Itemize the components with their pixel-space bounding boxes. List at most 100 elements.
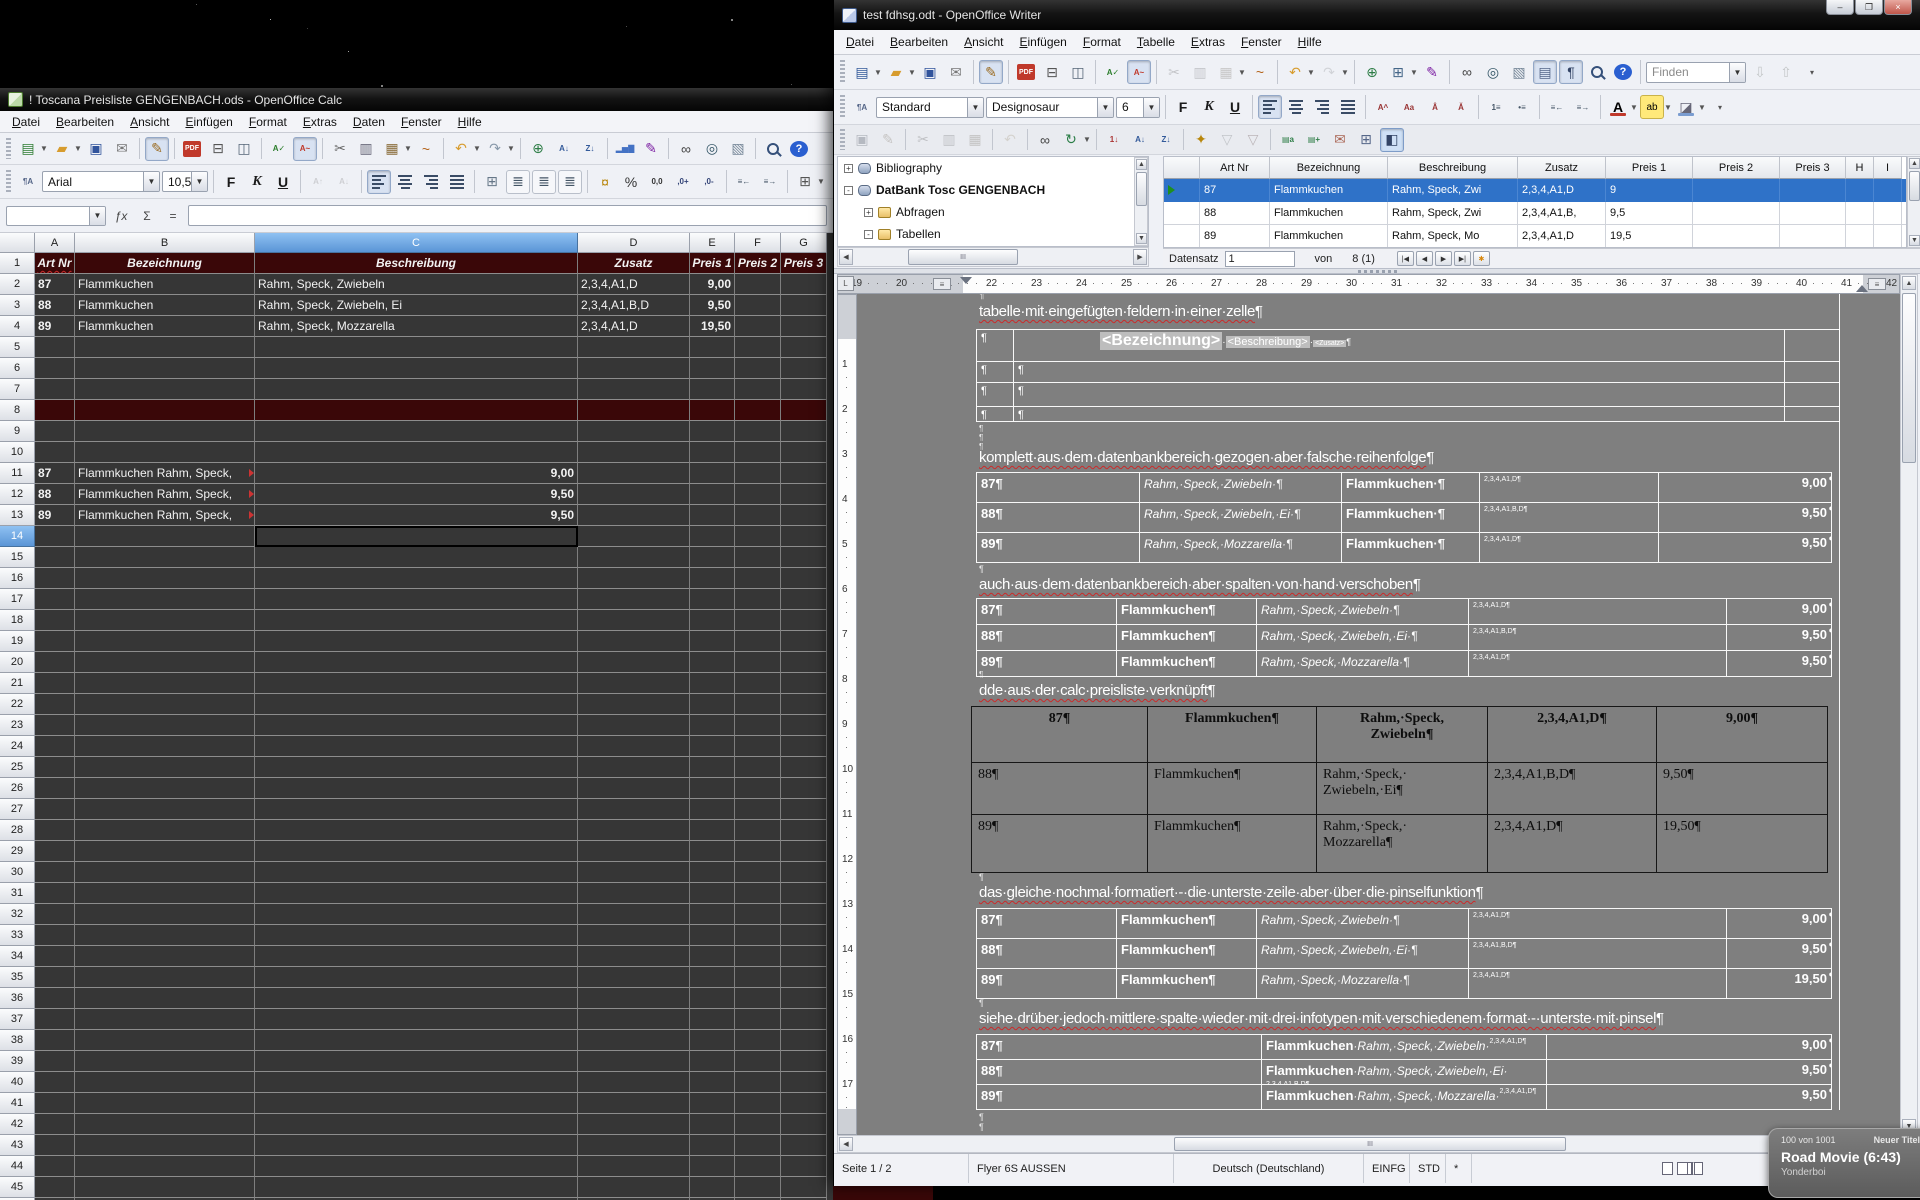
cell-A4[interactable]: 89 xyxy=(35,316,75,337)
cell-B9[interactable] xyxy=(75,421,255,442)
cell-A24[interactable] xyxy=(35,736,75,757)
cell-G18[interactable] xyxy=(781,610,827,631)
row-header-42[interactable]: 42 xyxy=(0,1114,35,1135)
cell-G8[interactable] xyxy=(781,400,827,421)
cell-C21[interactable] xyxy=(255,673,578,694)
book-view-icon[interactable] xyxy=(1692,1162,1703,1175)
cell-B17[interactable] xyxy=(75,589,255,610)
row-header-23[interactable]: 23 xyxy=(0,715,35,736)
cell-C23[interactable] xyxy=(255,715,578,736)
formula-input-line[interactable] xyxy=(188,205,827,226)
cell-D16[interactable] xyxy=(578,568,690,589)
previous-record-button[interactable]: ◀ xyxy=(1416,251,1433,266)
insert-mode-indicator[interactable]: EINFG xyxy=(1364,1154,1410,1183)
cell-A26[interactable] xyxy=(35,778,75,799)
cell-A6[interactable] xyxy=(35,358,75,379)
cell-D17[interactable] xyxy=(578,589,690,610)
cell-C16[interactable] xyxy=(255,568,578,589)
cell-A27[interactable] xyxy=(35,799,75,820)
cell-B21[interactable] xyxy=(75,673,255,694)
toolbar-grip[interactable] xyxy=(6,170,11,193)
cell-A31[interactable] xyxy=(35,883,75,904)
cell-E19[interactable] xyxy=(690,631,735,652)
column-header-F[interactable]: F xyxy=(735,233,781,253)
cell-E27[interactable] xyxy=(690,799,735,820)
grid-cell[interactable] xyxy=(1846,202,1874,225)
cell-C8[interactable] xyxy=(255,400,578,421)
cell-B20[interactable] xyxy=(75,652,255,673)
cell-D14[interactable] xyxy=(578,526,690,547)
cell-F39[interactable] xyxy=(735,1051,781,1072)
calc-menu-daten[interactable]: Daten xyxy=(345,112,393,132)
tab-type-selector[interactable]: L xyxy=(837,276,854,291)
toolbar-grip[interactable] xyxy=(840,95,845,119)
align-center-button[interactable] xyxy=(393,170,417,194)
cell-C17[interactable] xyxy=(255,589,578,610)
cell-E2[interactable]: 9,00 xyxy=(690,274,735,295)
cell-D4[interactable]: 2,3,4,A1,D xyxy=(578,316,690,337)
cell-F33[interactable] xyxy=(735,925,781,946)
print-icon[interactable]: ⊟ xyxy=(206,137,230,161)
row-header-22[interactable]: 22 xyxy=(0,694,35,715)
document-horizontal-scrollbar[interactable]: ◀ III ▶ xyxy=(837,1135,1918,1153)
cell-F5[interactable] xyxy=(735,337,781,358)
cell-A16[interactable] xyxy=(35,568,75,589)
grid-column-preis3[interactable]: Preis 3 xyxy=(1780,157,1846,179)
cell-D39[interactable] xyxy=(578,1051,690,1072)
cell-G17[interactable] xyxy=(781,589,827,610)
cell-F26[interactable] xyxy=(735,778,781,799)
row-header-45[interactable]: 45 xyxy=(0,1177,35,1198)
find-toolbar-input-dropdown-icon[interactable]: ▼ xyxy=(1729,63,1745,82)
doc-table[interactable]: 87¶Rahm,·Speck,·Zwiebeln·¶Flammkuchen·¶2… xyxy=(976,472,1832,563)
cell-D38[interactable] xyxy=(578,1030,690,1051)
cell-G14[interactable] xyxy=(781,526,827,547)
grid-cell[interactable]: 19,5 xyxy=(1606,225,1693,248)
cell-E30[interactable] xyxy=(690,862,735,883)
row-header-19[interactable]: 19 xyxy=(0,631,35,652)
cell-A28[interactable] xyxy=(35,820,75,841)
cell-F20[interactable] xyxy=(735,652,781,673)
cell-B28[interactable] xyxy=(75,820,255,841)
cell-D12[interactable] xyxy=(578,484,690,505)
grid-cell[interactable]: Flammkuchen xyxy=(1270,225,1388,248)
sheet-corner[interactable] xyxy=(0,233,35,253)
cell-C39[interactable] xyxy=(255,1051,578,1072)
align-right-button[interactable] xyxy=(1310,95,1334,119)
row-header-14[interactable]: 14 xyxy=(0,526,35,547)
writer-titlebar[interactable]: test fdhsg.odt - OpenOffice Writer – ❐ × xyxy=(834,0,1920,30)
copy-icon[interactable]: ▥ xyxy=(354,137,378,161)
highlighting-icon-dropdown-icon[interactable]: ▼ xyxy=(1664,103,1672,112)
cell-D45[interactable] xyxy=(578,1177,690,1198)
cell-C30[interactable] xyxy=(255,862,578,883)
insert-table-icon[interactable]: ⊞ xyxy=(1386,60,1410,84)
refresh-icon-dropdown-icon[interactable]: ▼ xyxy=(1083,135,1091,144)
cell-B38[interactable] xyxy=(75,1030,255,1051)
cell-B15[interactable] xyxy=(75,547,255,568)
cell-C38[interactable] xyxy=(255,1030,578,1051)
cell-C14[interactable] xyxy=(255,526,578,547)
cell-G15[interactable] xyxy=(781,547,827,568)
calc-menu-einfgen[interactable]: Einfügen xyxy=(177,112,240,132)
grid-cell[interactable]: 9 xyxy=(1606,179,1693,202)
align-justified-button[interactable] xyxy=(445,170,469,194)
cell-D19[interactable] xyxy=(578,631,690,652)
cell-D44[interactable] xyxy=(578,1156,690,1177)
calc-titlebar[interactable]: ! Toscana Preisliste GENGENBACH.ods - Op… xyxy=(0,88,833,111)
standard-filter-icon[interactable]: ▽ xyxy=(1215,128,1239,152)
cell-C42[interactable] xyxy=(255,1114,578,1135)
redo-icon-dropdown-icon[interactable]: ▼ xyxy=(507,144,515,153)
cell-D35[interactable] xyxy=(578,967,690,988)
format-paintbrush-icon[interactable]: ~ xyxy=(414,137,438,161)
cell-B11[interactable]: Flammkuchen Rahm, Speck, xyxy=(75,463,255,484)
doc-table[interactable]: 87¶Flammkuchen¶Rahm,·Speck,Zwiebeln¶2,3,… xyxy=(971,706,1828,873)
undo-icon[interactable]: ↶ xyxy=(998,128,1022,152)
cell-C13[interactable]: 9,50 xyxy=(255,505,578,526)
autospellcheck-icon[interactable]: A~ xyxy=(1127,60,1151,84)
cell-B5[interactable] xyxy=(75,337,255,358)
cell-E39[interactable] xyxy=(690,1051,735,1072)
row-header-34[interactable]: 34 xyxy=(0,946,35,967)
cell-A8[interactable] xyxy=(35,400,75,421)
increase-font-icon[interactable]: A↑ xyxy=(306,170,330,194)
cell-A9[interactable] xyxy=(35,421,75,442)
cell-C5[interactable] xyxy=(255,337,578,358)
